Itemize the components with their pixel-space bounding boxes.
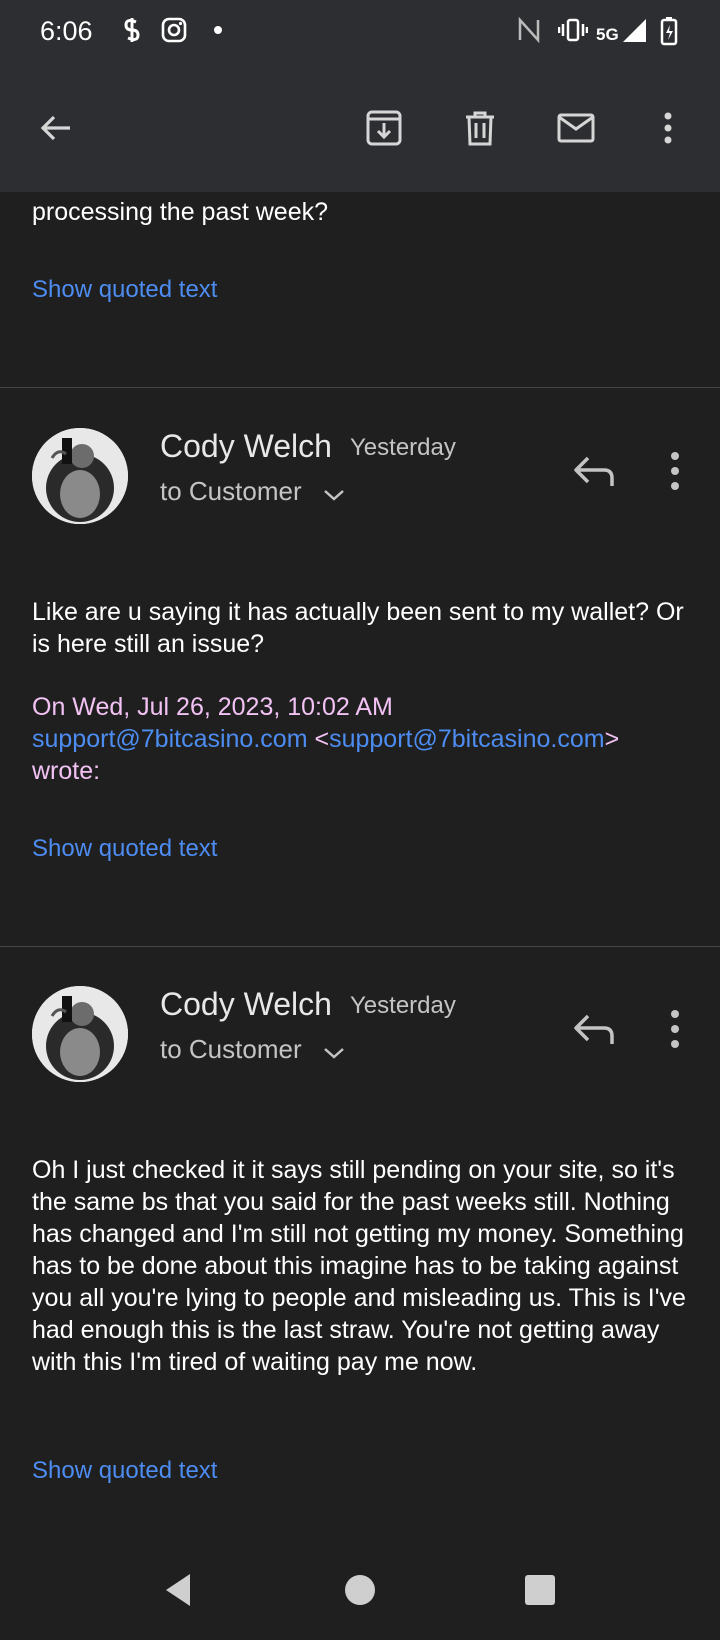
chevron-down-icon [323, 478, 345, 509]
message-body: Oh I just checked it it says still pendi… [32, 1156, 686, 1376]
show-quoted-text-link[interactable]: Show quoted text [32, 276, 217, 304]
vibrate-icon [557, 16, 589, 50]
status-time: 6:06 [40, 16, 93, 46]
notification-dot-icon [212, 16, 224, 50]
nfc-icon [516, 16, 542, 50]
sender-name: Cody Welch [160, 986, 332, 1022]
email-link[interactable]: support@7bitcasino.com [32, 725, 308, 753]
nav-back-icon[interactable] [156, 1566, 204, 1614]
nav-recents-icon[interactable] [516, 1566, 564, 1614]
archive-icon[interactable] [360, 104, 408, 152]
reply-icon[interactable] [570, 446, 620, 496]
recipient-label: to Customer [160, 1034, 302, 1064]
trash-icon[interactable] [456, 104, 504, 152]
more-vert-icon[interactable] [660, 1004, 690, 1054]
app-bar: 6:06 5G [0, 0, 720, 192]
reply-icon[interactable] [570, 1004, 620, 1054]
show-quoted-text-link[interactable]: Show quoted text [32, 1457, 217, 1485]
more-vert-icon[interactable] [644, 104, 692, 152]
network-type: 5G [596, 25, 619, 44]
angle-close: > [604, 725, 620, 753]
message-header[interactable]: Cody Welch Yesterday to Customer [0, 428, 720, 538]
divider [0, 946, 720, 947]
system-nav-bar [0, 1544, 720, 1640]
attribution-wrote: wrote: [32, 757, 101, 785]
recipient-details[interactable]: to Customer [160, 1034, 345, 1067]
status-bar: 6:06 5G [0, 0, 720, 64]
email-thread: processing the past week? Show quoted te… [0, 0, 720, 1640]
angle-open: < [314, 725, 330, 753]
mail-icon[interactable] [552, 104, 600, 152]
battery-charging-icon [660, 16, 678, 52]
quote-attribution: On Wed, Jul 26, 2023, 10:02 AM support@7… [32, 691, 692, 787]
attribution-date: On Wed, Jul 26, 2023, 10:02 AM [32, 693, 393, 721]
message-header[interactable]: Cody Welch Yesterday to Customer [0, 986, 720, 1096]
divider [0, 387, 720, 388]
signal-icon [622, 16, 648, 50]
avatar[interactable] [32, 986, 128, 1082]
email-link[interactable]: support@7bitcasino.com [329, 725, 605, 753]
message-time: Yesterday [350, 992, 456, 1019]
dollar-icon [122, 16, 142, 50]
message-body: Like are u saying it has actually been s… [32, 598, 684, 658]
recipient-details[interactable]: to Customer [160, 476, 345, 509]
message-time: Yesterday [350, 434, 456, 461]
message-body-partial: processing the past week? [32, 198, 329, 226]
nav-home-icon[interactable] [336, 1566, 384, 1614]
sender-name: Cody Welch [160, 428, 332, 464]
instagram-icon [160, 16, 188, 50]
recipient-label: to Customer [160, 476, 302, 506]
toolbar [0, 92, 720, 164]
more-vert-icon[interactable] [660, 446, 690, 496]
show-quoted-text-link[interactable]: Show quoted text [32, 835, 217, 863]
chevron-down-icon [323, 1036, 345, 1067]
avatar[interactable] [32, 428, 128, 524]
back-arrow-icon[interactable] [32, 104, 80, 152]
